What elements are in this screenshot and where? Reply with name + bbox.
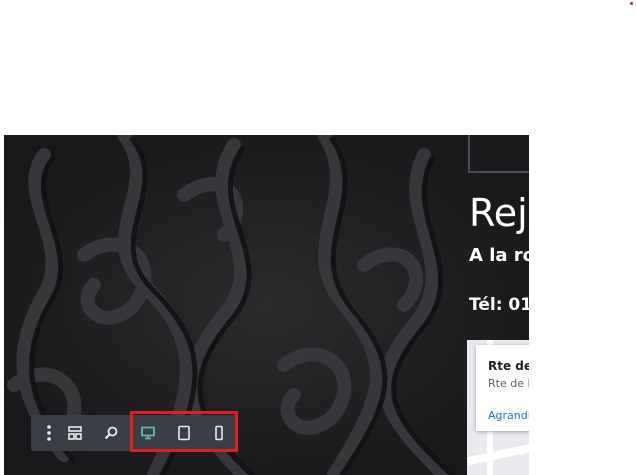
search-button[interactable] — [93, 415, 129, 451]
hero-phone: Tél: 012 — [469, 295, 529, 315]
hero-subtitle: A la rou — [469, 245, 529, 266]
map-enlarge-link[interactable]: Agrandir — [488, 409, 529, 422]
red-dot-marker — [630, 2, 633, 5]
map-address-line: Rte de M — [488, 377, 529, 390]
device-switcher-highlight — [130, 411, 238, 452]
decorative-frame — [468, 135, 529, 173]
hero-title: Rej — [469, 191, 528, 235]
map-info-card: Rte de M Rte de M Agrandir — [476, 345, 529, 431]
layout-icon — [68, 426, 82, 440]
more-options-icon — [47, 425, 51, 441]
search-icon — [104, 426, 118, 440]
map-address-title: Rte de M — [488, 359, 529, 373]
layout-button[interactable] — [57, 415, 93, 451]
